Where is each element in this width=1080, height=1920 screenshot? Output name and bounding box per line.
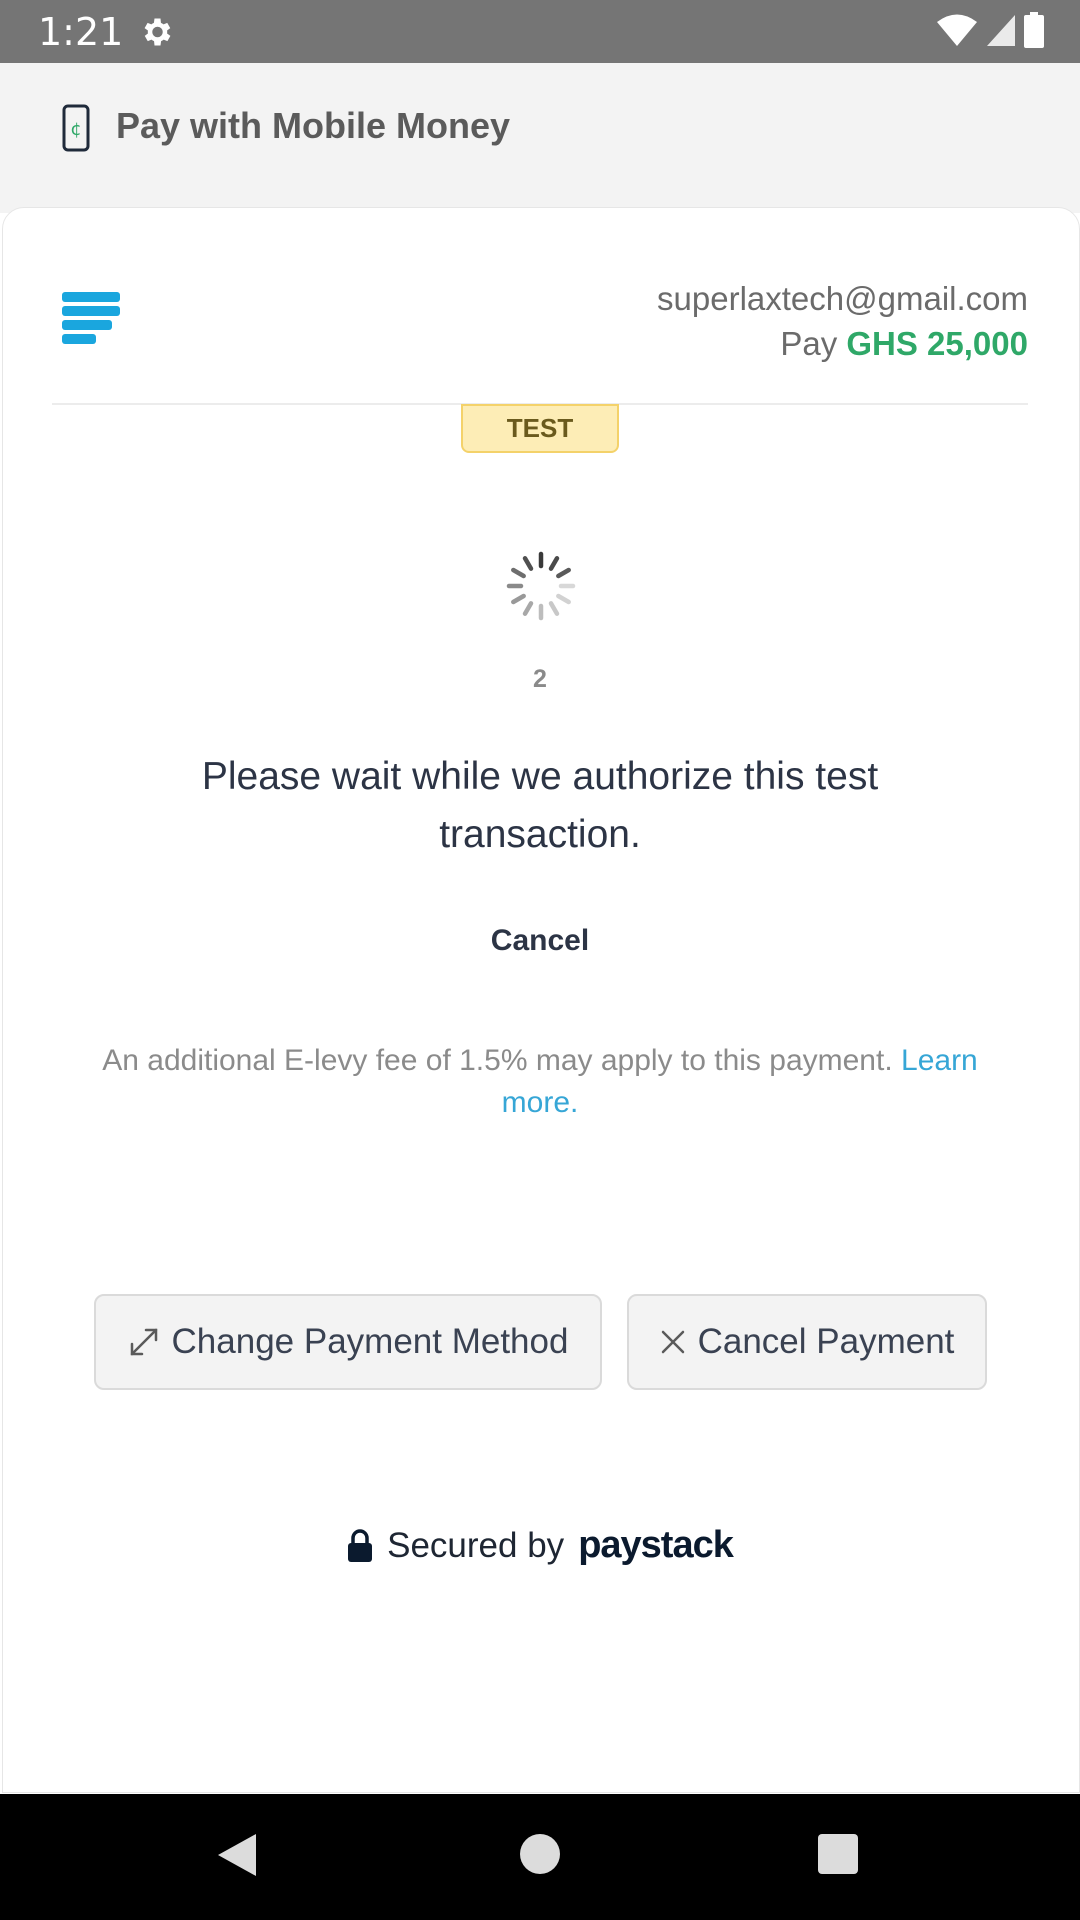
paystack-logo: paystack — [578, 1524, 734, 1566]
app-header: ¢ Pay with Mobile Money — [0, 63, 1080, 213]
change-payment-method-label: Change Payment Method — [171, 1322, 569, 1361]
customer-email: superlaxtech@gmail.com — [657, 280, 1028, 317]
pay-amount: GHS 25,000 — [846, 325, 1028, 362]
elevy-notice: An additional E-levy fee of 1.5% may app… — [80, 1040, 1000, 1124]
settings-gear-icon — [144, 18, 171, 46]
close-icon — [661, 1330, 684, 1354]
pay-amount-line: Pay GHS 25,000 — [780, 325, 1028, 363]
swap-arrows-icon — [130, 1328, 157, 1356]
secured-by-footer: Secured by paystack — [0, 1524, 1080, 1567]
svg-text:¢: ¢ — [70, 119, 81, 140]
cancel-payment-label: Cancel Payment — [697, 1322, 955, 1361]
page-title: Pay with Mobile Money — [116, 105, 511, 146]
home-icon[interactable] — [520, 1834, 560, 1874]
status-bar: 1:21 — [0, 0, 1080, 63]
merchant-logo — [62, 292, 120, 344]
pay-label: Pay — [780, 325, 838, 362]
authorization-message: Please wait while we authorize this test… — [201, 755, 879, 856]
battery-icon — [1024, 12, 1044, 48]
cancel-payment-button[interactable]: Cancel Payment — [627, 1294, 987, 1390]
change-payment-method-button[interactable]: Change Payment Method — [94, 1294, 602, 1390]
mobile-money-phone-icon: ¢ — [62, 104, 90, 152]
test-mode-badge: TEST — [461, 404, 619, 453]
lock-icon — [348, 1528, 373, 1562]
status-time: 1:21 — [38, 10, 124, 54]
status-icons — [936, 12, 1044, 48]
loading-spinner-icon — [506, 551, 576, 621]
recent-apps-icon[interactable] — [818, 1834, 858, 1874]
elevy-text: An additional E-levy fee of 1.5% may app… — [102, 1044, 893, 1077]
cancel-link[interactable]: Cancel — [0, 924, 1080, 958]
cell-signal-icon — [987, 15, 1015, 46]
back-icon[interactable] — [216, 1832, 258, 1878]
navigation-bar — [0, 1794, 1080, 1920]
secured-by-label: Secured by — [387, 1525, 565, 1565]
countdown-timer: 2 — [533, 665, 547, 693]
wifi-icon — [937, 14, 977, 46]
